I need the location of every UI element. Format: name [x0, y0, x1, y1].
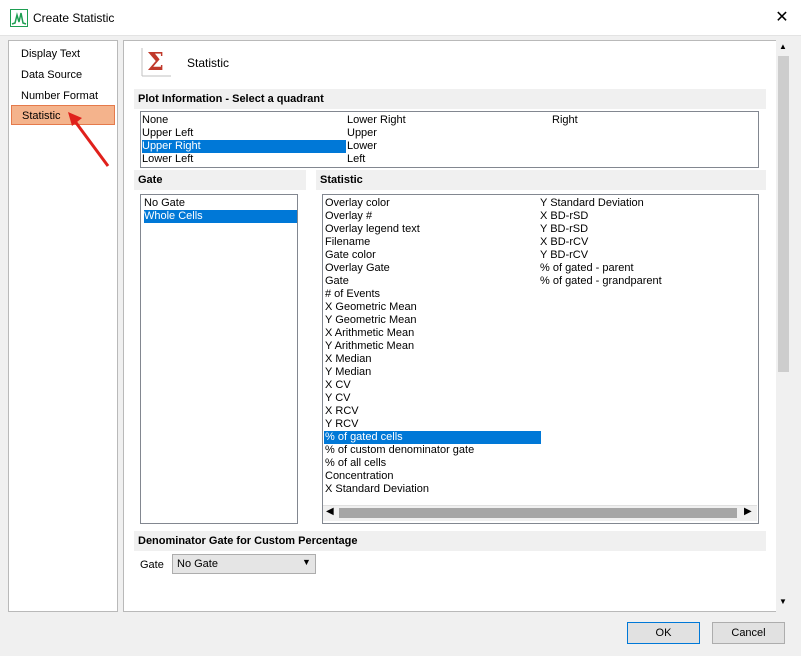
list-item[interactable]: % of gated - grandparent [540, 275, 662, 288]
list-item-selected[interactable]: % of gated cells [324, 431, 541, 444]
ok-button[interactable]: OK [627, 622, 700, 644]
scroll-right-icon[interactable]: ▶ [744, 506, 752, 517]
list-item-selected[interactable]: Whole Cells [144, 210, 297, 223]
cancel-button[interactable]: Cancel [712, 622, 785, 644]
denominator-gate-label: Gate [140, 559, 164, 571]
list-item[interactable]: % of all cells [324, 457, 541, 470]
list-item[interactable]: Y Geometric Mean [324, 314, 541, 327]
list-item[interactable]: % of custom denominator gate [324, 444, 541, 457]
app-icon [10, 9, 28, 27]
select-value: No Gate [177, 558, 218, 570]
list-item[interactable]: Y Arithmetic Mean [324, 340, 541, 353]
annotation-arrow [68, 112, 110, 167]
statistic-list[interactable]: Overlay color Overlay # Overlay legend tex… [322, 194, 759, 524]
list-item[interactable]: X RCV [324, 405, 541, 418]
denominator-heading: Denominator Gate for Custom Percentage [134, 531, 766, 551]
plot-information-heading: Plot Information - Select a quadrant [134, 89, 766, 109]
list-item[interactable]: Y CV [324, 392, 541, 405]
nav-item-number-format[interactable]: Number Format [11, 86, 115, 106]
list-item[interactable]: Y Median [324, 366, 541, 379]
title-bar [0, 0, 801, 36]
svg-text:Σ: Σ [147, 47, 164, 76]
list-item[interactable]: X Geometric Mean [324, 301, 541, 314]
quadrant-list[interactable]: None Upper Left Upper Right Lower Left L… [140, 111, 759, 168]
list-item[interactable]: Lower [347, 140, 377, 153]
denominator-gate-select[interactable]: No Gate [172, 554, 316, 574]
list-item[interactable]: Gate color [324, 249, 541, 262]
scroll-up-icon[interactable]: ▲ [779, 42, 787, 51]
scroll-thumb[interactable] [339, 508, 737, 518]
list-item[interactable]: Filename [324, 236, 541, 249]
list-item[interactable]: # of Events [324, 288, 541, 301]
list-item[interactable]: Overlay Gate [324, 262, 541, 275]
statistic-heading: Statistic [316, 170, 766, 190]
list-item[interactable]: Lower Left [142, 153, 346, 166]
sigma-icon: Σ [139, 46, 173, 78]
list-item[interactable]: Upper Left [142, 127, 346, 140]
list-item[interactable]: Y BD-rSD [540, 223, 588, 236]
list-item[interactable]: X BD-rCV [540, 236, 588, 249]
list-item[interactable]: Left [347, 153, 365, 166]
list-item[interactable]: Y BD-rCV [540, 249, 588, 262]
list-item[interactable]: No Gate [144, 197, 297, 210]
page-title: Statistic [187, 56, 230, 70]
list-item[interactable]: Lower Right [347, 114, 406, 127]
list-item[interactable]: X Standard Deviation [324, 483, 541, 496]
list-item[interactable]: X BD-rSD [540, 210, 588, 223]
list-item[interactable]: Y RCV [324, 418, 541, 431]
list-item[interactable]: Y Standard Deviation [540, 197, 644, 210]
nav-item-display-text[interactable]: Display Text [11, 44, 115, 64]
scroll-thumb-vertical[interactable] [778, 56, 789, 372]
window-title: Create Statistic [33, 11, 115, 25]
list-item[interactable]: Concentration [324, 470, 541, 483]
list-item[interactable]: Overlay color [324, 197, 541, 210]
list-item[interactable]: Right [552, 114, 578, 127]
list-item[interactable]: Upper [347, 127, 377, 140]
gate-list[interactable]: No Gate Whole Cells [140, 194, 298, 524]
scroll-down-icon[interactable]: ▼ [779, 597, 787, 606]
list-item[interactable]: Overlay # [324, 210, 541, 223]
list-item[interactable]: Gate [324, 275, 541, 288]
chevron-down-icon[interactable]: ▼ [302, 557, 311, 567]
list-item[interactable]: X Median [324, 353, 541, 366]
scroll-left-icon[interactable]: ◀ [326, 506, 334, 517]
list-item[interactable]: X CV [324, 379, 541, 392]
list-item-selected[interactable]: Upper Right [142, 140, 346, 153]
list-item[interactable]: X Arithmetic Mean [324, 327, 541, 340]
list-item[interactable]: None [142, 114, 346, 127]
list-item[interactable]: % of gated - parent [540, 262, 634, 275]
close-icon[interactable]: ✕ [772, 8, 792, 28]
nav-item-data-source[interactable]: Data Source [11, 65, 115, 85]
list-item[interactable]: Overlay legend text [324, 223, 541, 236]
gate-heading: Gate [134, 170, 306, 190]
